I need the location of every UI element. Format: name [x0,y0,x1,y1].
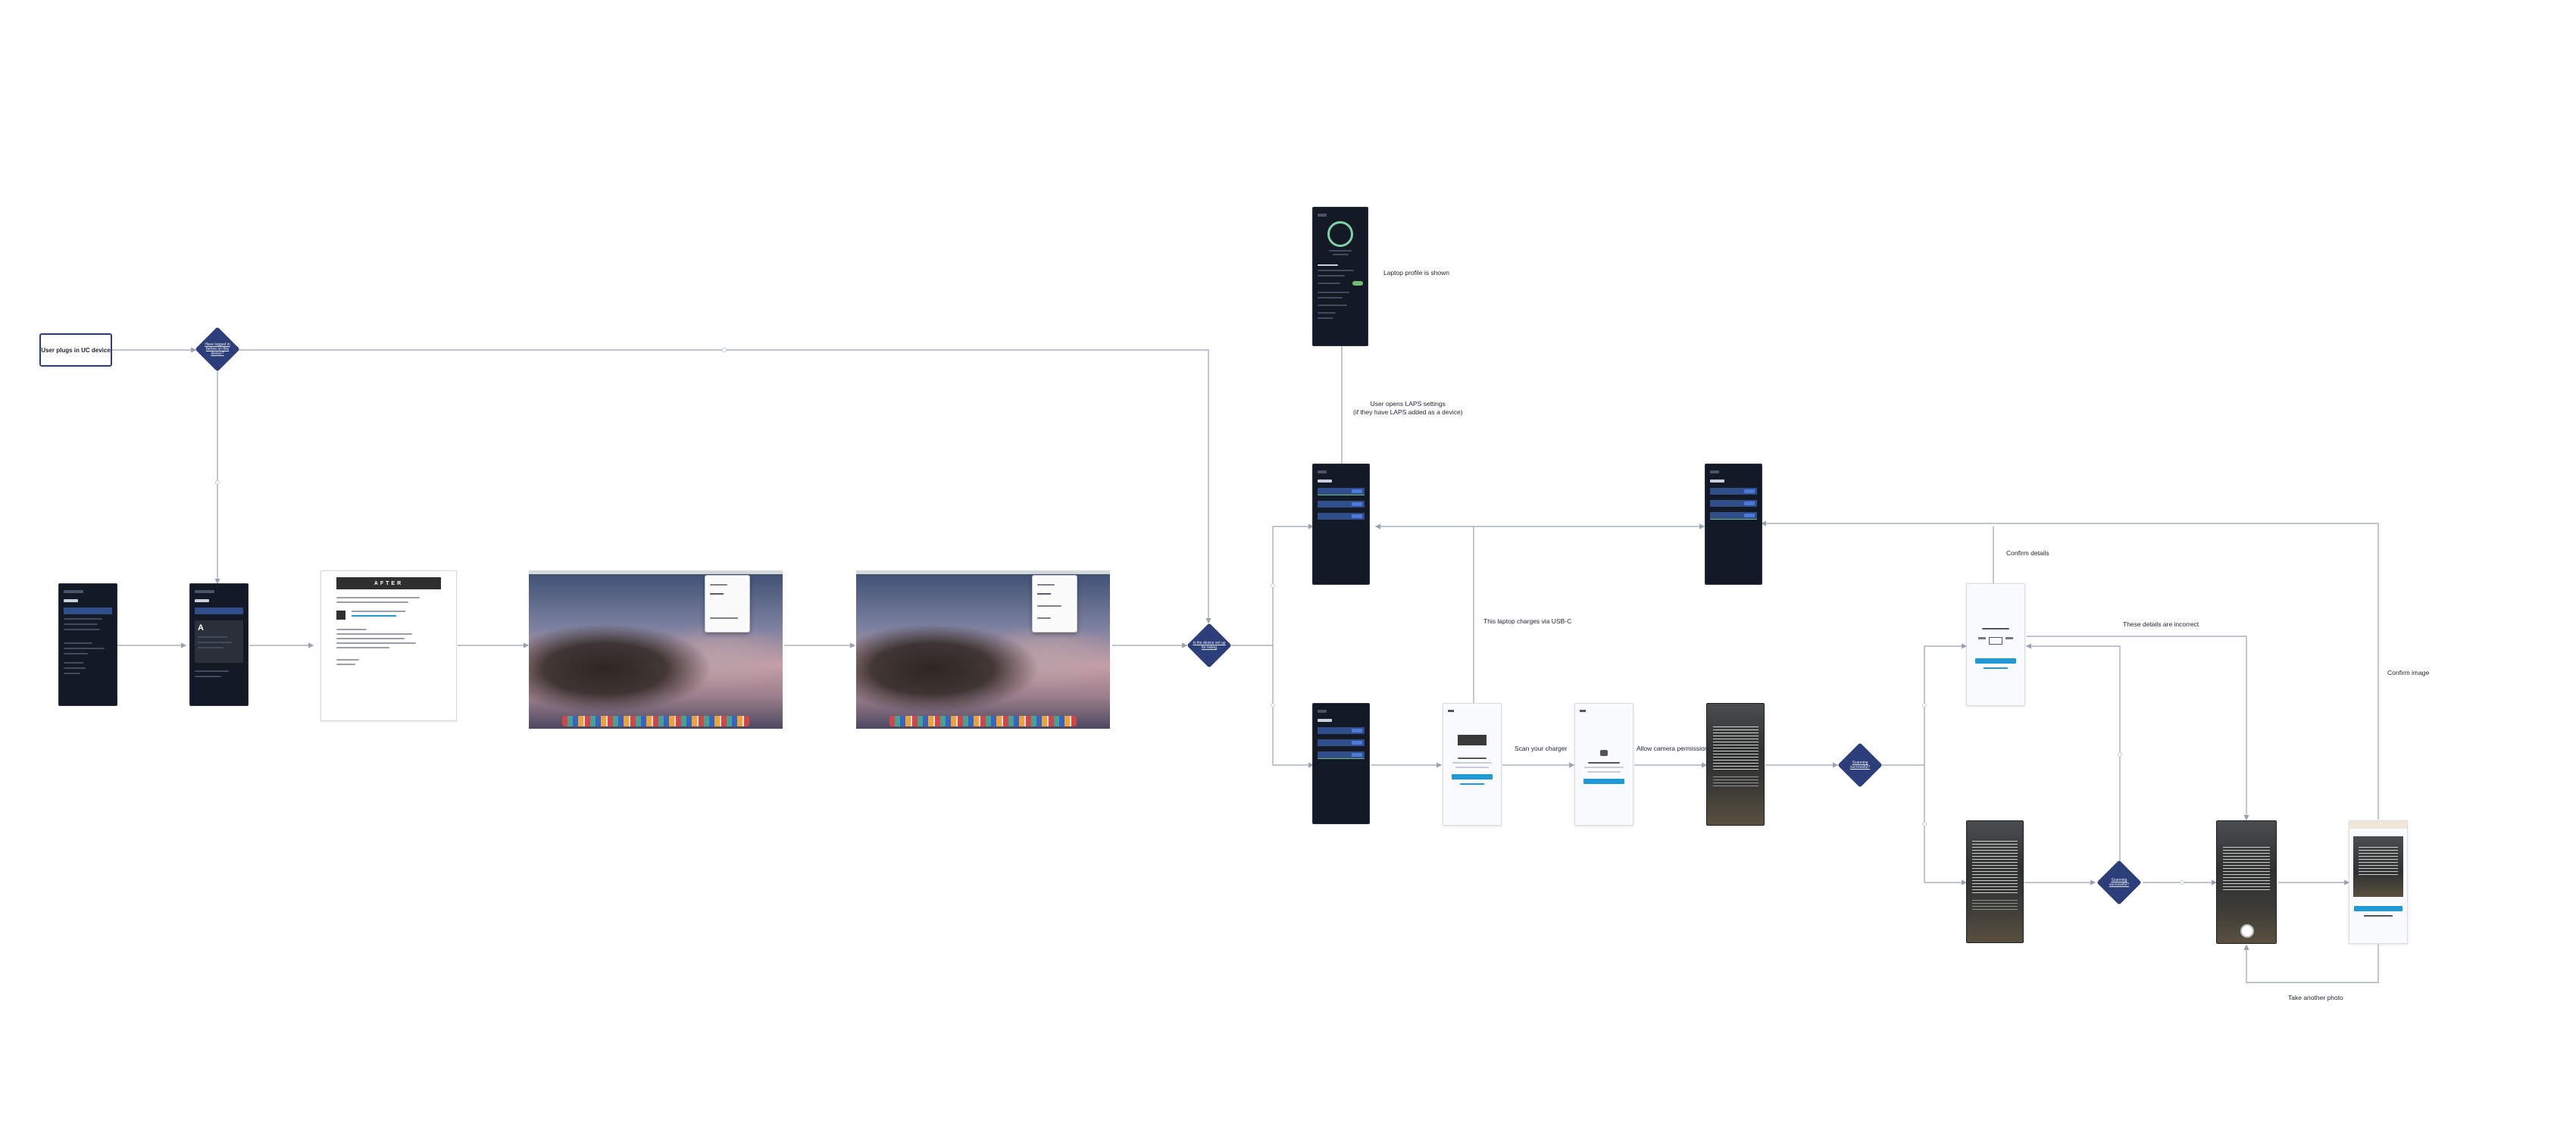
connector-dot [2118,752,2122,757]
email-logo: AFTER [374,580,404,586]
edge-incorrect-camera [2027,636,2249,821]
device-icon-letter: A [198,623,204,633]
email-app-icon [336,611,345,620]
label-scan-charger: Scan your charger [1515,745,1568,752]
edge-charger-devices-top [1374,523,1474,703]
decision-device-setup: Is the device set up for listing [1186,623,1232,668]
decision-label: Scanning successful? [1849,761,1871,770]
edge-d4-up [2025,643,2121,861]
start-node: User plugs in UC device [39,333,112,367]
allow-camera-button[interactable] [1583,779,1625,784]
connector-lines [112,346,2379,983]
decision-scan-success-1: Scanning successful? [1837,742,1883,788]
screen-device-detected: A [189,583,249,706]
email-document: AFTER [320,570,457,721]
charger-image [1458,735,1487,745]
shutter-button[interactable] [2240,924,2254,938]
start-label: User plugs in UC device [41,346,111,354]
email-header: AFTER [336,577,441,589]
label-details-incorrect: These details are incorrect [2123,620,2199,628]
connector-dot [1922,822,1927,826]
label-charges-usbc: This laptop charges via USB-C [1483,617,1572,625]
screen-camera-permission [1574,703,1633,826]
edge-d3-retry [1924,765,1968,886]
decision-label: Is the device set up for listing [1193,641,1226,650]
manual-link[interactable] [1460,783,1484,785]
system-dialog [1032,575,1077,633]
label-opens-settings: User opens LAPS settings (if they have L… [1353,400,1463,417]
screen-confirm-details [1966,583,2025,706]
toggle-switch[interactable] [1352,281,1363,286]
screen-charger-intro [1443,703,1502,826]
camera-icon [1600,750,1608,756]
decision-label: Have logged in before on this device? [205,342,230,356]
label-take-another-photo: Take another photo [2288,994,2343,1001]
confirm-button[interactable] [1974,658,2017,664]
retake-link[interactable] [2364,915,2393,917]
connector-dot [722,348,727,352]
screen-devices-list-top [1312,464,1370,585]
desktop-screenshot-1 [529,570,783,729]
system-dialog [705,575,750,633]
battery-ring [1327,221,1353,247]
connector-dot [1271,583,1275,588]
device-card: A [195,620,243,663]
screen-camera-scan-retry [1966,820,2024,943]
screen-camera-take-photo [2216,820,2277,944]
connector-dot [1271,703,1275,708]
connector-dot [2180,880,2184,885]
desktop-screenshot-2 [856,570,1110,729]
connector-dot [1922,703,1927,708]
decision-label: Scanning successful? [2109,878,2130,887]
edge-d2-devices-bottom [1272,645,1315,768]
captured-photo [2353,836,2403,897]
label-profile-shown: Laptop profile is shown [1383,269,1449,276]
screen-confirm-image [2349,820,2408,944]
edge-take-another [2243,944,2379,983]
label-confirm-image: Confirm image [2387,669,2430,676]
screen-laptop-profile [1312,207,1368,346]
flow-canvas: User plugs in UC device Have logged in b… [0,0,2576,1134]
screen-devices-list-right [1705,464,1762,585]
screen-camera-scan-1 [1706,703,1765,826]
label-allow-camera: Allow camera permission [1637,745,1708,752]
scan-button[interactable] [1451,774,1493,779]
decision-scan-success-2: Scanning successful? [2096,860,2142,905]
screen-device-menu [58,583,117,706]
incorrect-link[interactable] [1984,667,2008,669]
label-confirm-details: Confirm details [2006,549,2049,557]
decision-logged-in-before: Have logged in before on this device? [195,326,240,372]
screen-devices-list-bottom [1312,703,1370,824]
confirm-image-button[interactable] [2353,906,2403,911]
connector-dot [215,480,220,485]
